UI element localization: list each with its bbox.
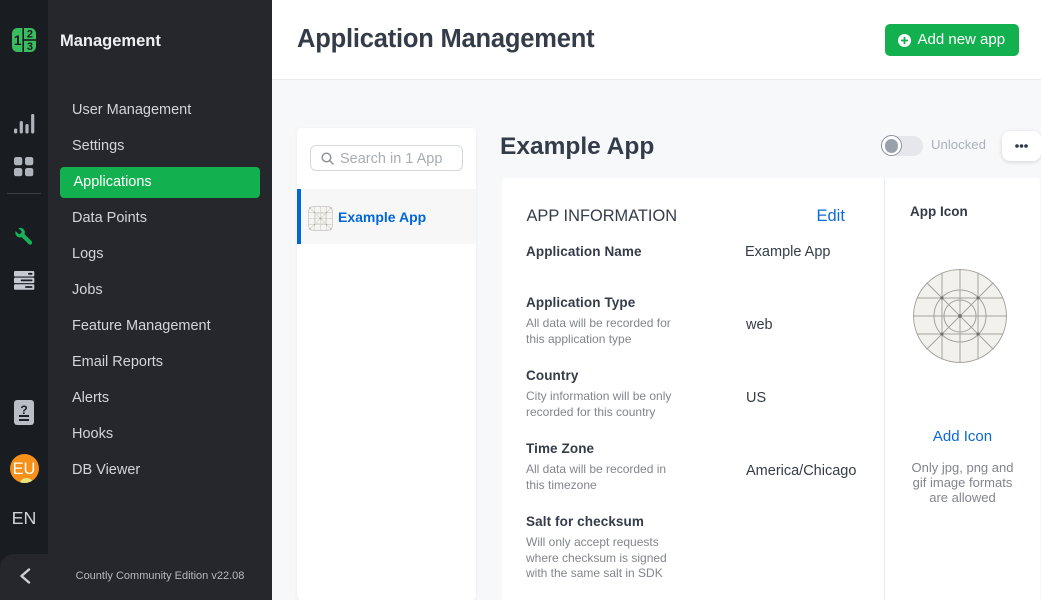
svg-text:1: 1 [14, 32, 22, 48]
svg-text:2: 2 [27, 29, 33, 41]
svg-text:3: 3 [27, 41, 33, 52]
